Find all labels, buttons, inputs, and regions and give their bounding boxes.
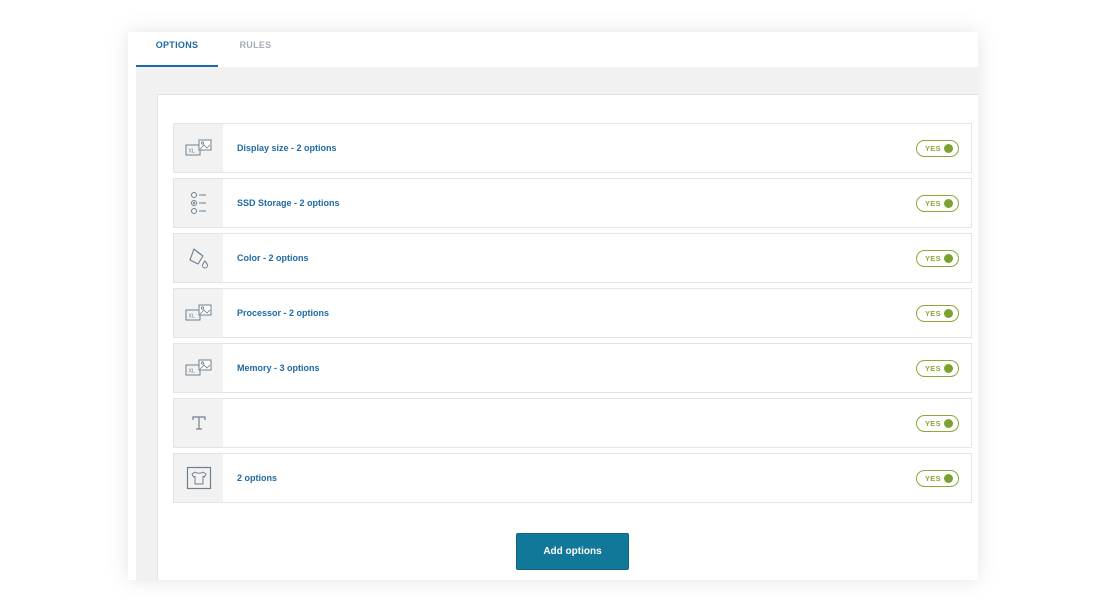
option-row-memory[interactable]: XL Memory - 3 options YES	[173, 343, 972, 393]
tab-content-area: XL Display size - 2 options YES SSD Stor…	[136, 67, 978, 580]
enabled-toggle[interactable]: YES	[916, 195, 959, 212]
option-row-display-size[interactable]: XL Display size - 2 options YES	[173, 123, 972, 173]
options-card: OPTIONS RULES XL Display size - 2 option…	[128, 32, 978, 580]
tab-rules[interactable]: RULES	[218, 32, 293, 67]
toggle-knob	[944, 309, 953, 318]
svg-text:XL: XL	[188, 369, 194, 375]
enabled-toggle[interactable]: YES	[916, 305, 959, 322]
toggle-text: YES	[925, 419, 941, 428]
toggle-knob	[944, 364, 953, 373]
image-size-icon: XL	[174, 344, 223, 392]
toggle-knob	[944, 144, 953, 153]
toggle-knob	[944, 419, 953, 428]
toggle-knob	[944, 474, 953, 483]
radio-list-icon	[174, 179, 223, 227]
svg-text:XL: XL	[188, 149, 194, 155]
option-label[interactable]: SSD Storage - 2 options	[237, 179, 340, 227]
enabled-toggle[interactable]: YES	[916, 250, 959, 267]
option-row-processor[interactable]: XL Processor - 2 options YES	[173, 288, 972, 338]
svg-text:XL: XL	[188, 314, 194, 320]
option-label[interactable]: 2 options	[237, 454, 277, 502]
option-row-text[interactable]: YES	[173, 398, 972, 448]
option-row-ssd-storage[interactable]: SSD Storage - 2 options YES	[173, 178, 972, 228]
toggle-text: YES	[925, 474, 941, 483]
toggle-text: YES	[925, 254, 941, 263]
option-label[interactable]: Processor - 2 options	[237, 289, 329, 337]
toggle-text: YES	[925, 309, 941, 318]
options-panel: XL Display size - 2 options YES SSD Stor…	[157, 94, 978, 580]
paint-bucket-icon	[174, 234, 223, 282]
toggle-knob	[944, 199, 953, 208]
tab-bar: OPTIONS RULES	[128, 32, 978, 67]
tshirt-icon	[174, 454, 223, 502]
toggle-text: YES	[925, 144, 941, 153]
toggle-knob	[944, 254, 953, 263]
image-size-icon: XL	[174, 289, 223, 337]
option-label[interactable]: Color - 2 options	[237, 234, 309, 282]
enabled-toggle[interactable]: YES	[916, 470, 959, 487]
enabled-toggle[interactable]: YES	[916, 360, 959, 377]
option-label[interactable]: Memory - 3 options	[237, 344, 320, 392]
toggle-text: YES	[925, 199, 941, 208]
add-options-button[interactable]: Add options	[516, 533, 629, 570]
toggle-text: YES	[925, 364, 941, 373]
option-label[interactable]: Display size - 2 options	[237, 124, 337, 172]
enabled-toggle[interactable]: YES	[916, 415, 959, 432]
option-row-color[interactable]: Color - 2 options YES	[173, 233, 972, 283]
image-size-icon: XL	[174, 124, 223, 172]
tab-options[interactable]: OPTIONS	[136, 32, 218, 67]
enabled-toggle[interactable]: YES	[916, 140, 959, 157]
option-row-tshirt[interactable]: 2 options YES	[173, 453, 972, 503]
text-icon	[174, 399, 223, 447]
